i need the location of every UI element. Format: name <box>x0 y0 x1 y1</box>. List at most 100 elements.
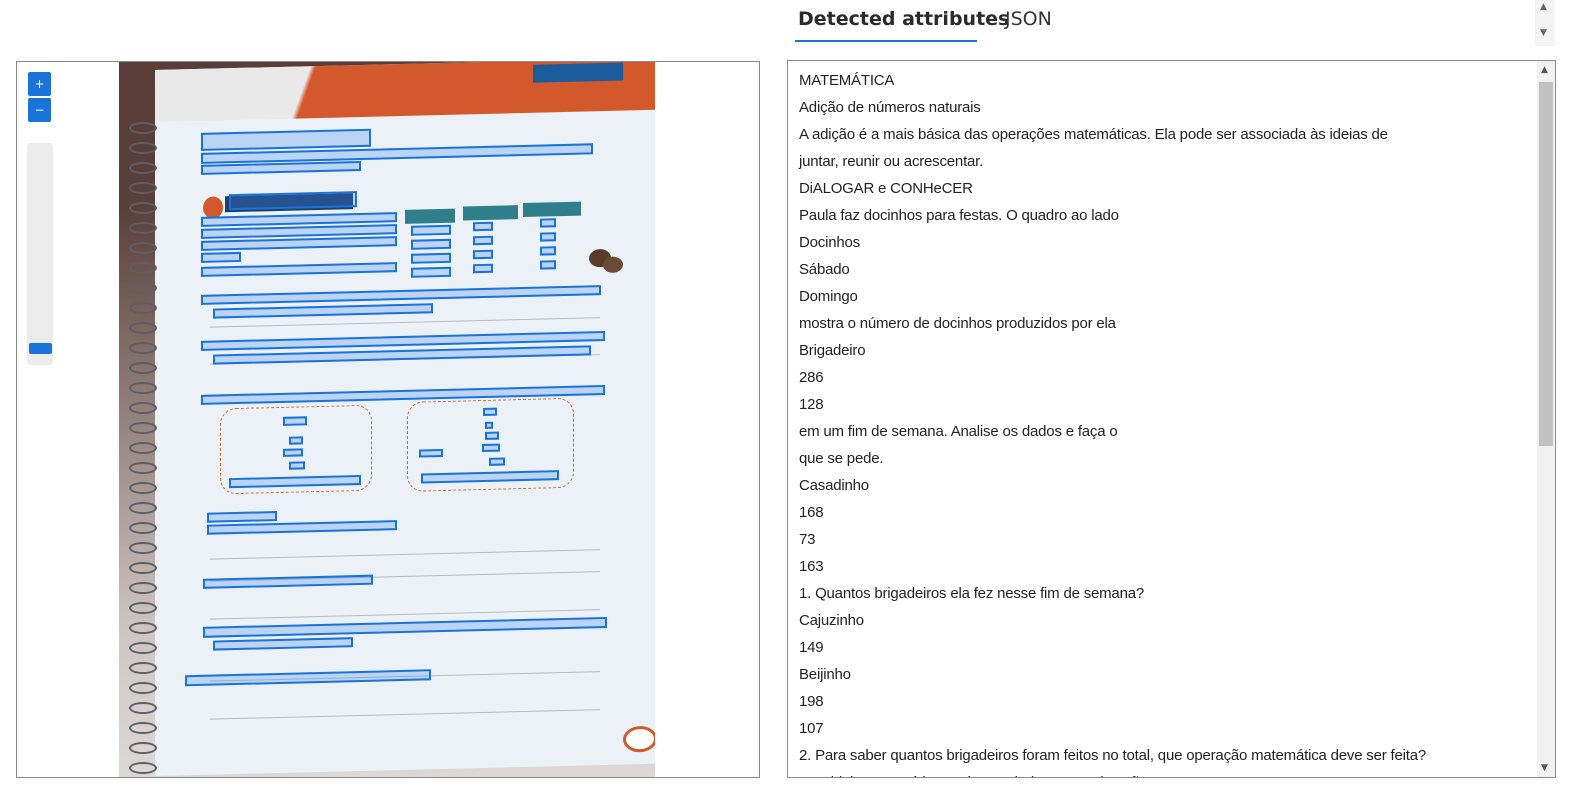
spiral-ring <box>129 622 157 634</box>
minus-icon: − <box>34 103 45 117</box>
image-viewer[interactable]: + − <box>16 61 760 778</box>
scroll-up-icon[interactable]: ▲ <box>1541 65 1548 75</box>
zoom-out-button[interactable]: − <box>28 98 51 122</box>
detected-text-line[interactable]: A adição é a mais básica das operações m… <box>799 122 1426 149</box>
detection-box[interactable] <box>213 637 353 651</box>
detection-box[interactable] <box>289 436 303 445</box>
detection-box[interactable] <box>473 221 493 232</box>
detection-box[interactable] <box>201 236 397 251</box>
spiral-ring <box>129 462 157 474</box>
spiral-ring <box>129 562 157 574</box>
scroll-down-icon[interactable]: ▼ <box>1541 763 1548 773</box>
detection-box[interactable] <box>203 616 607 638</box>
spiral-ring <box>129 502 157 514</box>
scroll-down-icon[interactable]: ▼ <box>1540 28 1547 38</box>
spiral-ring <box>129 122 157 134</box>
detection-box[interactable] <box>207 511 277 523</box>
detection-box[interactable] <box>201 262 397 277</box>
detected-text-line[interactable]: 168 <box>799 500 1426 527</box>
detection-box[interactable] <box>482 443 500 453</box>
detected-text-line[interactable]: 286 <box>799 365 1426 392</box>
detection-box[interactable] <box>229 191 357 211</box>
page-scrollbar[interactable]: ▲ ▼ <box>1535 0 1555 46</box>
detection-box[interactable] <box>201 285 601 305</box>
active-tab-indicator <box>795 40 977 42</box>
detected-text-line[interactable]: MATEMÁTICA <box>799 68 1426 95</box>
detection-box[interactable] <box>283 416 307 426</box>
detection-box[interactable] <box>201 128 371 151</box>
detection-box[interactable] <box>411 266 451 278</box>
spiral-ring <box>129 222 157 234</box>
detection-box[interactable] <box>201 251 241 263</box>
table-header-cell <box>523 201 581 218</box>
detected-text-line[interactable]: Casadinho <box>799 473 1426 500</box>
spiral-ring <box>129 402 157 414</box>
spiral-ring <box>129 202 157 214</box>
detection-box[interactable] <box>411 238 451 250</box>
detected-text-line[interactable]: Cajuzinho <box>799 608 1426 635</box>
detection-box[interactable] <box>540 260 556 270</box>
detected-text-line[interactable]: que se pede. <box>799 446 1426 473</box>
scroll-up-icon[interactable]: ▲ <box>1540 2 1547 12</box>
detected-text-line[interactable]: 2. Para saber quantos brigadeiros foram … <box>799 743 1426 770</box>
text-panel-scrollbar[interactable]: ▲ ▼ <box>1537 61 1555 777</box>
zoom-in-button[interactable]: + <box>28 72 51 96</box>
spiral-ring <box>129 762 157 774</box>
detected-text-line[interactable]: Paula faz docinhos para festas. O quadro… <box>799 203 1426 230</box>
detection-box[interactable] <box>419 448 443 458</box>
tab-bar: Detected attributes JSON <box>787 0 1532 48</box>
detected-text-line[interactable]: 73 <box>799 527 1426 554</box>
detected-text-line[interactable]: DiALOGAR e CONHeCER <box>799 176 1426 203</box>
detected-text-line[interactable]: juntar, reunir ou acrescentar. <box>799 149 1426 176</box>
detected-text-line[interactable]: 149 <box>799 635 1426 662</box>
detection-box[interactable] <box>213 303 433 319</box>
spiral-ring <box>129 702 157 714</box>
detected-text-line[interactable]: 198 <box>799 689 1426 716</box>
detected-text-line[interactable]: Docinhos <box>799 230 1426 257</box>
detected-text-line[interactable]: Brigadeiro <box>799 338 1426 365</box>
scrollbar-thumb[interactable] <box>1539 82 1553 446</box>
detection-box[interactable] <box>473 235 493 246</box>
answer-line <box>210 317 600 328</box>
detected-text-line[interactable]: Que ideia matemática está associada a es… <box>799 770 1426 777</box>
spiral-ring <box>129 602 157 614</box>
table-header-cell <box>405 208 455 224</box>
spiral-ring <box>129 142 157 154</box>
detection-box[interactable] <box>483 407 497 416</box>
detection-box[interactable] <box>283 448 303 457</box>
zoom-slider-thumb[interactable] <box>29 343 52 354</box>
detection-box[interactable] <box>485 431 499 440</box>
spiral-ring <box>129 442 157 454</box>
spiral-ring <box>129 262 157 274</box>
detected-text-line[interactable]: Beijinho <box>799 662 1426 689</box>
zoom-slider-track[interactable] <box>27 143 53 365</box>
detection-box[interactable] <box>540 246 556 256</box>
spiral-ring <box>129 382 157 394</box>
detected-text-line[interactable]: mostra o número de docinhos produzidos p… <box>799 311 1426 338</box>
tab-json[interactable]: JSON <box>1005 8 1052 30</box>
detection-box[interactable] <box>411 252 451 264</box>
tab-detected-attributes[interactable]: Detected attributes <box>798 8 1009 30</box>
detected-text-line[interactable]: 128 <box>799 392 1426 419</box>
detection-box[interactable] <box>540 232 556 242</box>
detection-box[interactable] <box>473 263 493 274</box>
detected-text-line[interactable]: 1. Quantos brigadeiros ela fez nesse fim… <box>799 581 1426 608</box>
detection-box[interactable] <box>540 218 556 228</box>
spiral-ring <box>129 582 157 594</box>
detection-box[interactable] <box>203 574 373 589</box>
detected-text-line[interactable]: Domingo <box>799 284 1426 311</box>
detected-text-panel[interactable]: MATEMÁTICA Adição de números naturais A ad… <box>787 60 1556 778</box>
detected-text-line[interactable]: Adição de números naturais <box>799 95 1426 122</box>
detected-text-line[interactable]: Sábado <box>799 257 1426 284</box>
detection-box[interactable] <box>185 669 431 687</box>
detected-text-line[interactable]: 107 <box>799 716 1426 743</box>
detection-box[interactable] <box>289 461 305 470</box>
detection-box[interactable] <box>411 224 451 236</box>
detection-box[interactable] <box>473 249 493 260</box>
detection-box[interactable] <box>207 520 397 535</box>
detected-text-list: MATEMÁTICA Adição de números naturais A ad… <box>799 68 1426 777</box>
detection-box[interactable] <box>485 421 493 429</box>
detection-box[interactable] <box>489 457 505 466</box>
detected-text-line[interactable]: em um fim de semana. Analise os dados e … <box>799 419 1426 446</box>
detected-text-line[interactable]: 163 <box>799 554 1426 581</box>
